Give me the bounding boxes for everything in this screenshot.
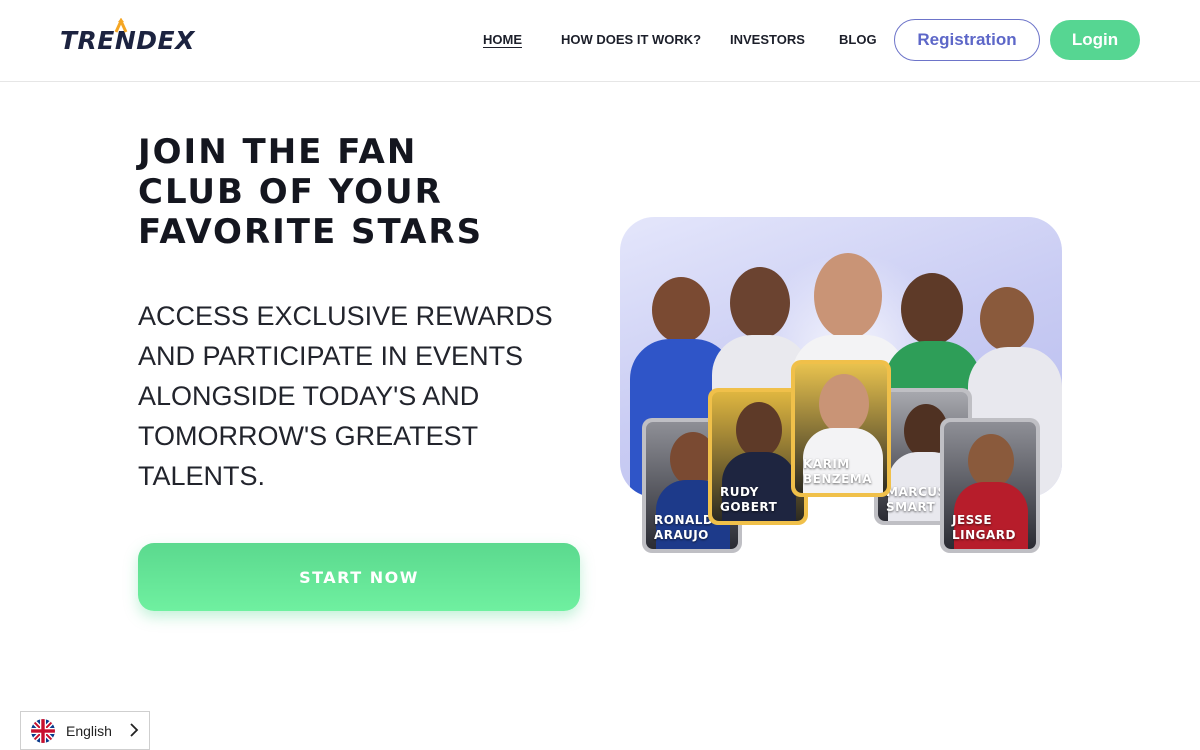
player-card[interactable]: KARIM BENZEMA <box>791 360 891 497</box>
registration-button[interactable]: Registration <box>894 19 1040 61</box>
player-card-name: RONALD ARAUJO <box>654 513 714 542</box>
player-card-name: JESSE LINGARD <box>952 513 1016 542</box>
nav-investors[interactable]: INVESTORS <box>730 32 805 47</box>
language-label: English <box>66 723 112 739</box>
hero-subtitle-line: TOMORROW'S GREATEST <box>138 421 479 451</box>
hero-subtitle-line: ALONGSIDE TODAY'S AND <box>138 381 480 411</box>
player-card[interactable]: JESSE LINGARD <box>940 418 1040 553</box>
nav-home[interactable]: HOME <box>483 32 522 47</box>
uk-flag-icon <box>31 719 55 743</box>
chevron-right-icon <box>130 723 139 737</box>
player-card-name: RUDY GOBERT <box>720 485 778 514</box>
hero-title-line: FAVORITE STARS <box>138 212 484 252</box>
player-card-name: MARCUS SMART <box>886 485 947 514</box>
player-card-name: KARIM BENZEMA <box>803 457 873 486</box>
hero-subtitle: ACCESS EXCLUSIVE REWARDS AND PARTICIPATE… <box>138 296 558 496</box>
hero-title-line: CLUB OF YOUR <box>138 172 443 212</box>
language-selector[interactable]: English <box>20 711 150 750</box>
site-header: TRENDEX HOME HOW DOES IT WORK? INVESTORS… <box>0 0 1200 82</box>
hero-title-line: JOIN THE FAN <box>138 132 418 172</box>
logo-arrow-icon <box>114 18 128 33</box>
hero-title: JOIN THE FAN CLUB OF YOUR FAVORITE STARS <box>138 132 578 252</box>
hero-subtitle-line: TALENTS. <box>138 461 266 491</box>
start-now-button[interactable]: START NOW <box>138 543 580 611</box>
login-button[interactable]: Login <box>1050 20 1140 60</box>
nav-how-it-works[interactable]: HOW DOES IT WORK? <box>561 32 701 47</box>
nav-blog[interactable]: BLOG <box>839 32 877 47</box>
hero-subtitle-line: ACCESS EXCLUSIVE REWARDS <box>138 301 553 331</box>
hero-subtitle-line: AND PARTICIPATE IN EVENTS <box>138 341 524 371</box>
trendex-logo[interactable]: TRENDEX <box>60 18 195 58</box>
